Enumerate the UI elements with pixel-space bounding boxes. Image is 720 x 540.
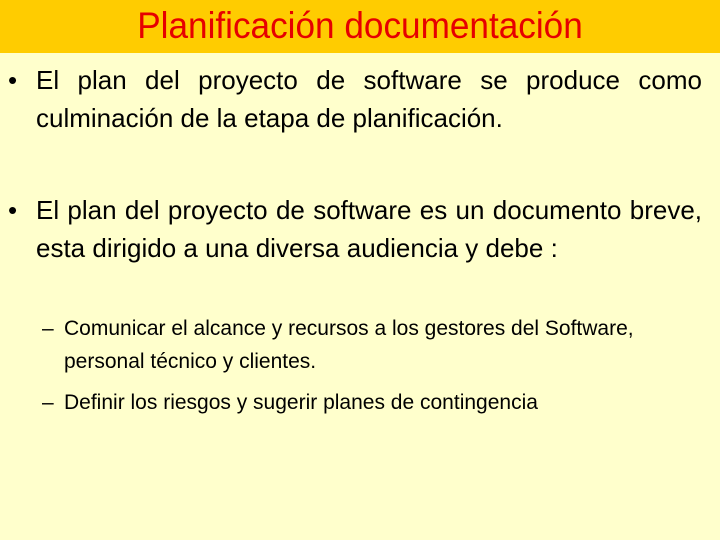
title-bar: Planificación documentación xyxy=(0,0,720,53)
bullet-text: El plan del proyecto de software es un d… xyxy=(36,195,702,263)
bullet-marker: • xyxy=(8,65,18,95)
sub-bullet-text: Definir los riesgos y sugerir planes de … xyxy=(64,391,538,414)
sub-bullet-marker: – xyxy=(42,317,54,340)
bullet-text: El plan del proyecto de software se prod… xyxy=(36,65,702,133)
bullet-marker: • xyxy=(8,195,18,225)
slide-title: Planificación documentación xyxy=(137,5,583,46)
sub-bullet-text: Comunicar el alcance y recursos a los ge… xyxy=(64,317,634,373)
sub-bullet-marker: – xyxy=(42,391,54,414)
